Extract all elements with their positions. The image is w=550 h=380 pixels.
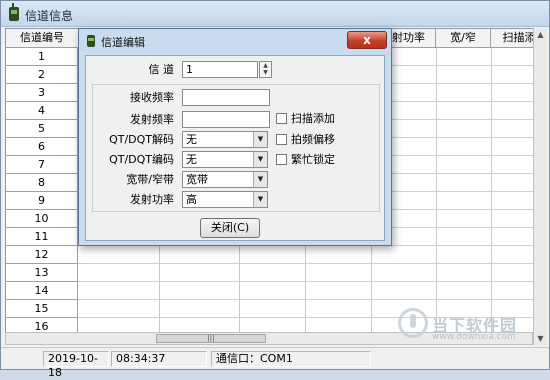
row-number: 16	[6, 318, 78, 332]
row-number: 6	[6, 138, 78, 156]
qt-decode-select[interactable]: 无 ▼	[182, 131, 268, 148]
freq-shift-checkbox[interactable]: 拍频偏移	[276, 133, 335, 149]
row-number: 8	[6, 174, 78, 192]
tx-power-label: 发射功率	[130, 193, 174, 206]
watermark-logo-icon	[398, 308, 428, 338]
dialog-title-bar[interactable]: 信道编辑 x	[79, 29, 391, 53]
qt-encode-value: 无	[186, 153, 197, 166]
scroll-up-icon[interactable]: ▲	[536, 30, 545, 39]
vertical-scrollbar[interactable]: ▲ ▼	[533, 28, 547, 345]
column-header[interactable]: 宽/窄	[436, 29, 491, 48]
row-number: 10	[6, 210, 78, 228]
watermark-url: www.downxia.com	[432, 332, 516, 342]
scan-add-checkbox[interactable]: 扫描添加	[276, 112, 335, 128]
spin-up-icon[interactable]: ▲	[260, 62, 271, 69]
channel-stepper[interactable]: ▲ ▼	[259, 61, 272, 78]
tx-freq-label: 发射频率	[130, 113, 174, 126]
row-number: 1	[6, 48, 78, 66]
scan-add-label: 扫描添加	[291, 112, 335, 125]
radio-icon	[9, 3, 19, 21]
bandwidth-label: 宽带/窄带	[126, 173, 174, 186]
status-date: 2019-10-18	[43, 351, 109, 379]
chevron-down-icon[interactable]: ▼	[253, 132, 267, 147]
table-row[interactable]: 13	[6, 264, 546, 282]
row-number: 7	[6, 156, 78, 174]
checkbox-icon[interactable]	[276, 134, 287, 145]
bandwidth-value: 宽带	[186, 173, 208, 186]
tx-freq-input[interactable]	[182, 111, 270, 128]
window-title: 信道信息	[25, 9, 74, 23]
scroll-thumb[interactable]: |||	[156, 334, 266, 343]
spin-down-icon[interactable]: ▼	[260, 69, 271, 76]
row-number: 2	[6, 66, 78, 84]
tx-power-select[interactable]: 高 ▼	[182, 191, 268, 208]
table-row[interactable]: 12	[6, 246, 546, 264]
checkbox-icon[interactable]	[276, 113, 287, 124]
checkbox-icon[interactable]	[276, 154, 287, 165]
row-number: 4	[6, 102, 78, 120]
row-number: 9	[6, 192, 78, 210]
row-number: 3	[6, 84, 78, 102]
busy-lock-checkbox[interactable]: 繁忙锁定	[276, 153, 335, 169]
freq-shift-label: 拍频偏移	[291, 133, 335, 146]
close-icon[interactable]: x	[347, 31, 387, 49]
row-number: 11	[6, 228, 78, 246]
qt-encode-label: QT/DQT编码	[109, 153, 174, 166]
dialog-body: 信 道 1 ▲ ▼ 接收频率 发射频率 QT/DQT解码 无 ▼ QT/DQT编…	[85, 55, 385, 241]
dialog-title: 信道编辑	[101, 36, 145, 49]
row-number: 12	[6, 246, 78, 264]
scroll-down-icon[interactable]: ▼	[536, 334, 545, 343]
bandwidth-select[interactable]: 宽带 ▼	[182, 171, 268, 188]
rx-freq-input[interactable]	[182, 89, 270, 106]
status-port: 通信口：COM1	[211, 351, 371, 367]
qt-decode-value: 无	[186, 133, 197, 146]
tx-power-value: 高	[186, 193, 197, 206]
row-number: 13	[6, 264, 78, 282]
row-number: 14	[6, 282, 78, 300]
chevron-down-icon[interactable]: ▼	[253, 172, 267, 187]
title-bar: 信道信息	[1, 1, 549, 27]
status-time: 08:34:37	[111, 351, 207, 367]
channel-edit-dialog: 信道编辑 x 信 道 1 ▲ ▼ 接收频率 发射频率 QT/DQT解码 无 ▼ …	[78, 28, 392, 246]
channel-label: 信 道	[148, 63, 175, 76]
row-number: 15	[6, 300, 78, 318]
rx-freq-label: 接收频率	[130, 91, 174, 104]
status-bar: 2019-10-18 08:34:37 通信口：COM1	[1, 347, 549, 379]
radio-icon	[87, 35, 95, 47]
row-number: 5	[6, 120, 78, 138]
table-row[interactable]: 14	[6, 282, 546, 300]
column-header[interactable]: 信道编号	[6, 29, 79, 48]
qt-decode-label: QT/DQT解码	[109, 133, 174, 146]
busy-lock-label: 繁忙锁定	[291, 153, 335, 166]
qt-encode-select[interactable]: 无 ▼	[182, 151, 268, 168]
close-button[interactable]: 关闭(C)	[200, 218, 260, 238]
channel-input[interactable]: 1	[182, 61, 258, 78]
chevron-down-icon[interactable]: ▼	[253, 152, 267, 167]
chevron-down-icon[interactable]: ▼	[253, 192, 267, 207]
